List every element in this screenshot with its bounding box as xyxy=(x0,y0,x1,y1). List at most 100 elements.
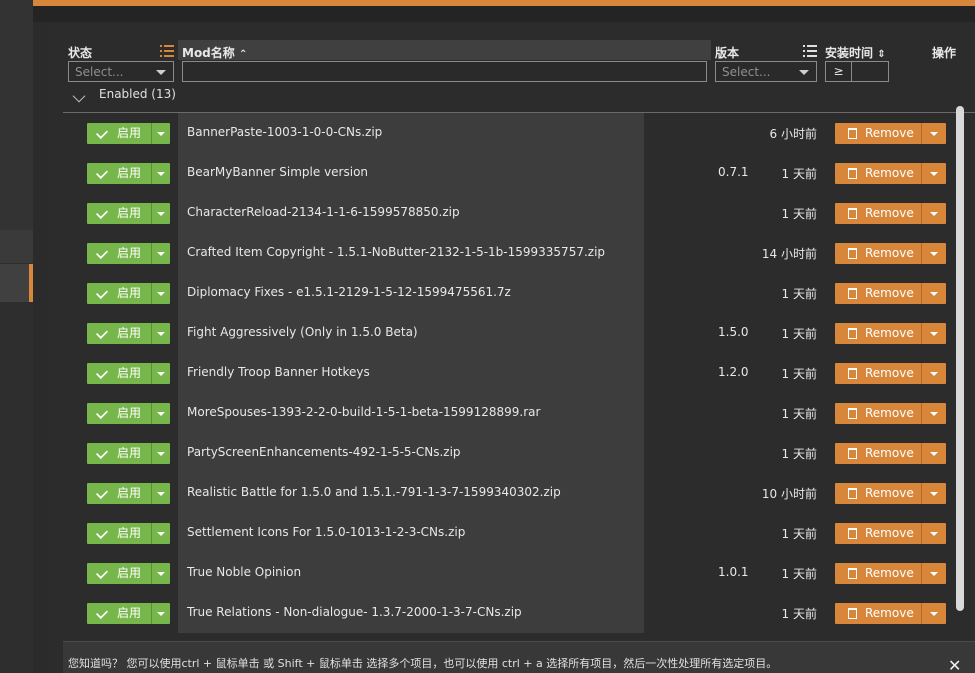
enable-toggle-button[interactable]: 启用 xyxy=(87,443,170,464)
remove-button-main[interactable]: Remove xyxy=(835,603,920,624)
enable-button-main[interactable]: 启用 xyxy=(87,123,150,144)
status-column-header[interactable]: 状态 xyxy=(68,44,92,61)
mod-row[interactable]: 启用 Settlement Icons For 1.5.0-1013-1-2-3… xyxy=(0,513,975,553)
remove-dropdown-button[interactable] xyxy=(921,443,946,464)
enable-dropdown-button[interactable] xyxy=(151,323,170,344)
version-column-header[interactable]: 版本 xyxy=(715,44,739,61)
remove-button-main[interactable]: Remove xyxy=(835,363,920,384)
mod-row[interactable]: 启用 True Relations - Non-dialogue- 1.3.7-… xyxy=(0,593,975,633)
remove-button-main[interactable]: Remove xyxy=(835,523,920,544)
enable-toggle-button[interactable]: 启用 xyxy=(87,563,170,584)
remove-button-main[interactable]: Remove xyxy=(835,203,920,224)
enable-button-main[interactable]: 启用 xyxy=(87,363,150,384)
remove-button[interactable]: Remove xyxy=(835,123,946,144)
mod-row[interactable]: 启用 True Noble Opinion 1.0.1 1 天前 Remove xyxy=(0,553,975,593)
enable-dropdown-button[interactable] xyxy=(151,123,170,144)
remove-dropdown-button[interactable] xyxy=(921,203,946,224)
enable-dropdown-button[interactable] xyxy=(151,283,170,304)
enable-dropdown-button[interactable] xyxy=(151,203,170,224)
enable-toggle-button[interactable]: 启用 xyxy=(87,163,170,184)
remove-dropdown-button[interactable] xyxy=(921,123,946,144)
enable-dropdown-button[interactable] xyxy=(151,523,170,544)
remove-dropdown-button[interactable] xyxy=(921,603,946,624)
remove-button[interactable]: Remove xyxy=(835,523,946,544)
enable-toggle-button[interactable]: 启用 xyxy=(87,483,170,504)
remove-button-main[interactable]: Remove xyxy=(835,443,920,464)
remove-dropdown-button[interactable] xyxy=(921,243,946,264)
install-time-filter[interactable]: ≥ xyxy=(825,61,889,82)
remove-dropdown-button[interactable] xyxy=(921,323,946,344)
enable-dropdown-button[interactable] xyxy=(151,483,170,504)
remove-dropdown-button[interactable] xyxy=(921,523,946,544)
mod-row[interactable]: 启用 PartyScreenEnhancements-492-1-5-5-CNs… xyxy=(0,433,975,473)
enable-button-main[interactable]: 启用 xyxy=(87,563,150,584)
mod-row[interactable]: 启用 MoreSpouses-1393-2-2-0-build-1-5-1-be… xyxy=(0,393,975,433)
name-filter-input[interactable] xyxy=(182,61,707,82)
remove-button[interactable]: Remove xyxy=(835,203,946,224)
remove-button[interactable]: Remove xyxy=(835,483,946,504)
remove-button[interactable]: Remove xyxy=(835,323,946,344)
enable-dropdown-button[interactable] xyxy=(151,563,170,584)
enable-toggle-button[interactable]: 启用 xyxy=(87,363,170,384)
remove-button[interactable]: Remove xyxy=(835,563,946,584)
remove-button[interactable]: Remove xyxy=(835,243,946,264)
mod-row[interactable]: 启用 Diplomacy Fixes - e1.5.1-2129-1-5-12-… xyxy=(0,273,975,313)
comparison-operator[interactable]: ≥ xyxy=(826,62,852,81)
status-filter-select[interactable]: Select... xyxy=(68,61,174,82)
enabled-group-header[interactable]: Enabled (13) xyxy=(63,85,975,113)
mod-row[interactable]: 启用 BearMyBanner Simple version 0.7.1 1 天… xyxy=(0,153,975,193)
enable-button-main[interactable]: 启用 xyxy=(87,523,150,544)
remove-dropdown-button[interactable] xyxy=(921,363,946,384)
enable-button-main[interactable]: 启用 xyxy=(87,283,150,304)
close-icon[interactable]: ✕ xyxy=(948,656,961,673)
mod-row[interactable]: 启用 CharacterReload-2134-1-1-6-1599578850… xyxy=(0,193,975,233)
enable-button-main[interactable]: 启用 xyxy=(87,483,150,504)
remove-dropdown-button[interactable] xyxy=(921,563,946,584)
enable-toggle-button[interactable]: 启用 xyxy=(87,283,170,304)
mod-row[interactable]: 启用 BannerPaste-1003-1-0-0-CNs.zip 6 小时前 … xyxy=(0,113,975,153)
mod-row[interactable]: 启用 Friendly Troop Banner Hotkeys 1.2.0 1… xyxy=(0,353,975,393)
remove-dropdown-button[interactable] xyxy=(921,403,946,424)
enable-button-main[interactable]: 启用 xyxy=(87,323,150,344)
install-time-column-header[interactable]: 安装时间 ⇕ xyxy=(825,44,886,61)
enable-button-main[interactable]: 启用 xyxy=(87,203,150,224)
chevron-down-icon[interactable] xyxy=(72,89,86,103)
enable-dropdown-button[interactable] xyxy=(151,403,170,424)
remove-dropdown-button[interactable] xyxy=(921,283,946,304)
mod-row[interactable]: 启用 Fight Aggressively (Only in 1.5.0 Bet… xyxy=(0,313,975,353)
remove-button[interactable]: Remove xyxy=(835,403,946,424)
enable-toggle-button[interactable]: 启用 xyxy=(87,323,170,344)
enable-dropdown-button[interactable] xyxy=(151,603,170,624)
mod-row[interactable]: 启用 Realistic Battle for 1.5.0 and 1.5.1.… xyxy=(0,473,975,513)
enable-toggle-button[interactable]: 启用 xyxy=(87,603,170,624)
enable-dropdown-button[interactable] xyxy=(151,363,170,384)
enable-button-main[interactable]: 启用 xyxy=(87,163,150,184)
enable-toggle-button[interactable]: 启用 xyxy=(87,403,170,424)
remove-dropdown-button[interactable] xyxy=(921,163,946,184)
remove-button-main[interactable]: Remove xyxy=(835,163,920,184)
status-list-icon[interactable] xyxy=(160,45,174,57)
remove-button-main[interactable]: Remove xyxy=(835,243,920,264)
remove-button-main[interactable]: Remove xyxy=(835,483,920,504)
enable-toggle-button[interactable]: 启用 xyxy=(87,243,170,264)
remove-button[interactable]: Remove xyxy=(835,443,946,464)
enable-toggle-button[interactable]: 启用 xyxy=(87,123,170,144)
version-filter-select[interactable]: Select... xyxy=(715,61,817,82)
version-list-icon[interactable] xyxy=(803,45,817,57)
remove-button-main[interactable]: Remove xyxy=(835,283,920,304)
enable-button-main[interactable]: 启用 xyxy=(87,403,150,424)
enable-button-main[interactable]: 启用 xyxy=(87,443,150,464)
remove-button-main[interactable]: Remove xyxy=(835,403,920,424)
remove-button-main[interactable]: Remove xyxy=(835,563,920,584)
remove-button[interactable]: Remove xyxy=(835,363,946,384)
enable-dropdown-button[interactable] xyxy=(151,443,170,464)
vertical-scrollbar[interactable] xyxy=(956,106,964,611)
remove-button[interactable]: Remove xyxy=(835,283,946,304)
enable-toggle-button[interactable]: 启用 xyxy=(87,203,170,224)
enable-button-main[interactable]: 启用 xyxy=(87,243,150,264)
mod-row[interactable]: 启用 Crafted Item Copyright - 1.5.1-NoButt… xyxy=(0,233,975,273)
remove-button[interactable]: Remove xyxy=(835,603,946,624)
name-column-header[interactable]: Mod名称 ⌃ xyxy=(182,44,247,61)
remove-dropdown-button[interactable] xyxy=(921,483,946,504)
enable-toggle-button[interactable]: 启用 xyxy=(87,523,170,544)
